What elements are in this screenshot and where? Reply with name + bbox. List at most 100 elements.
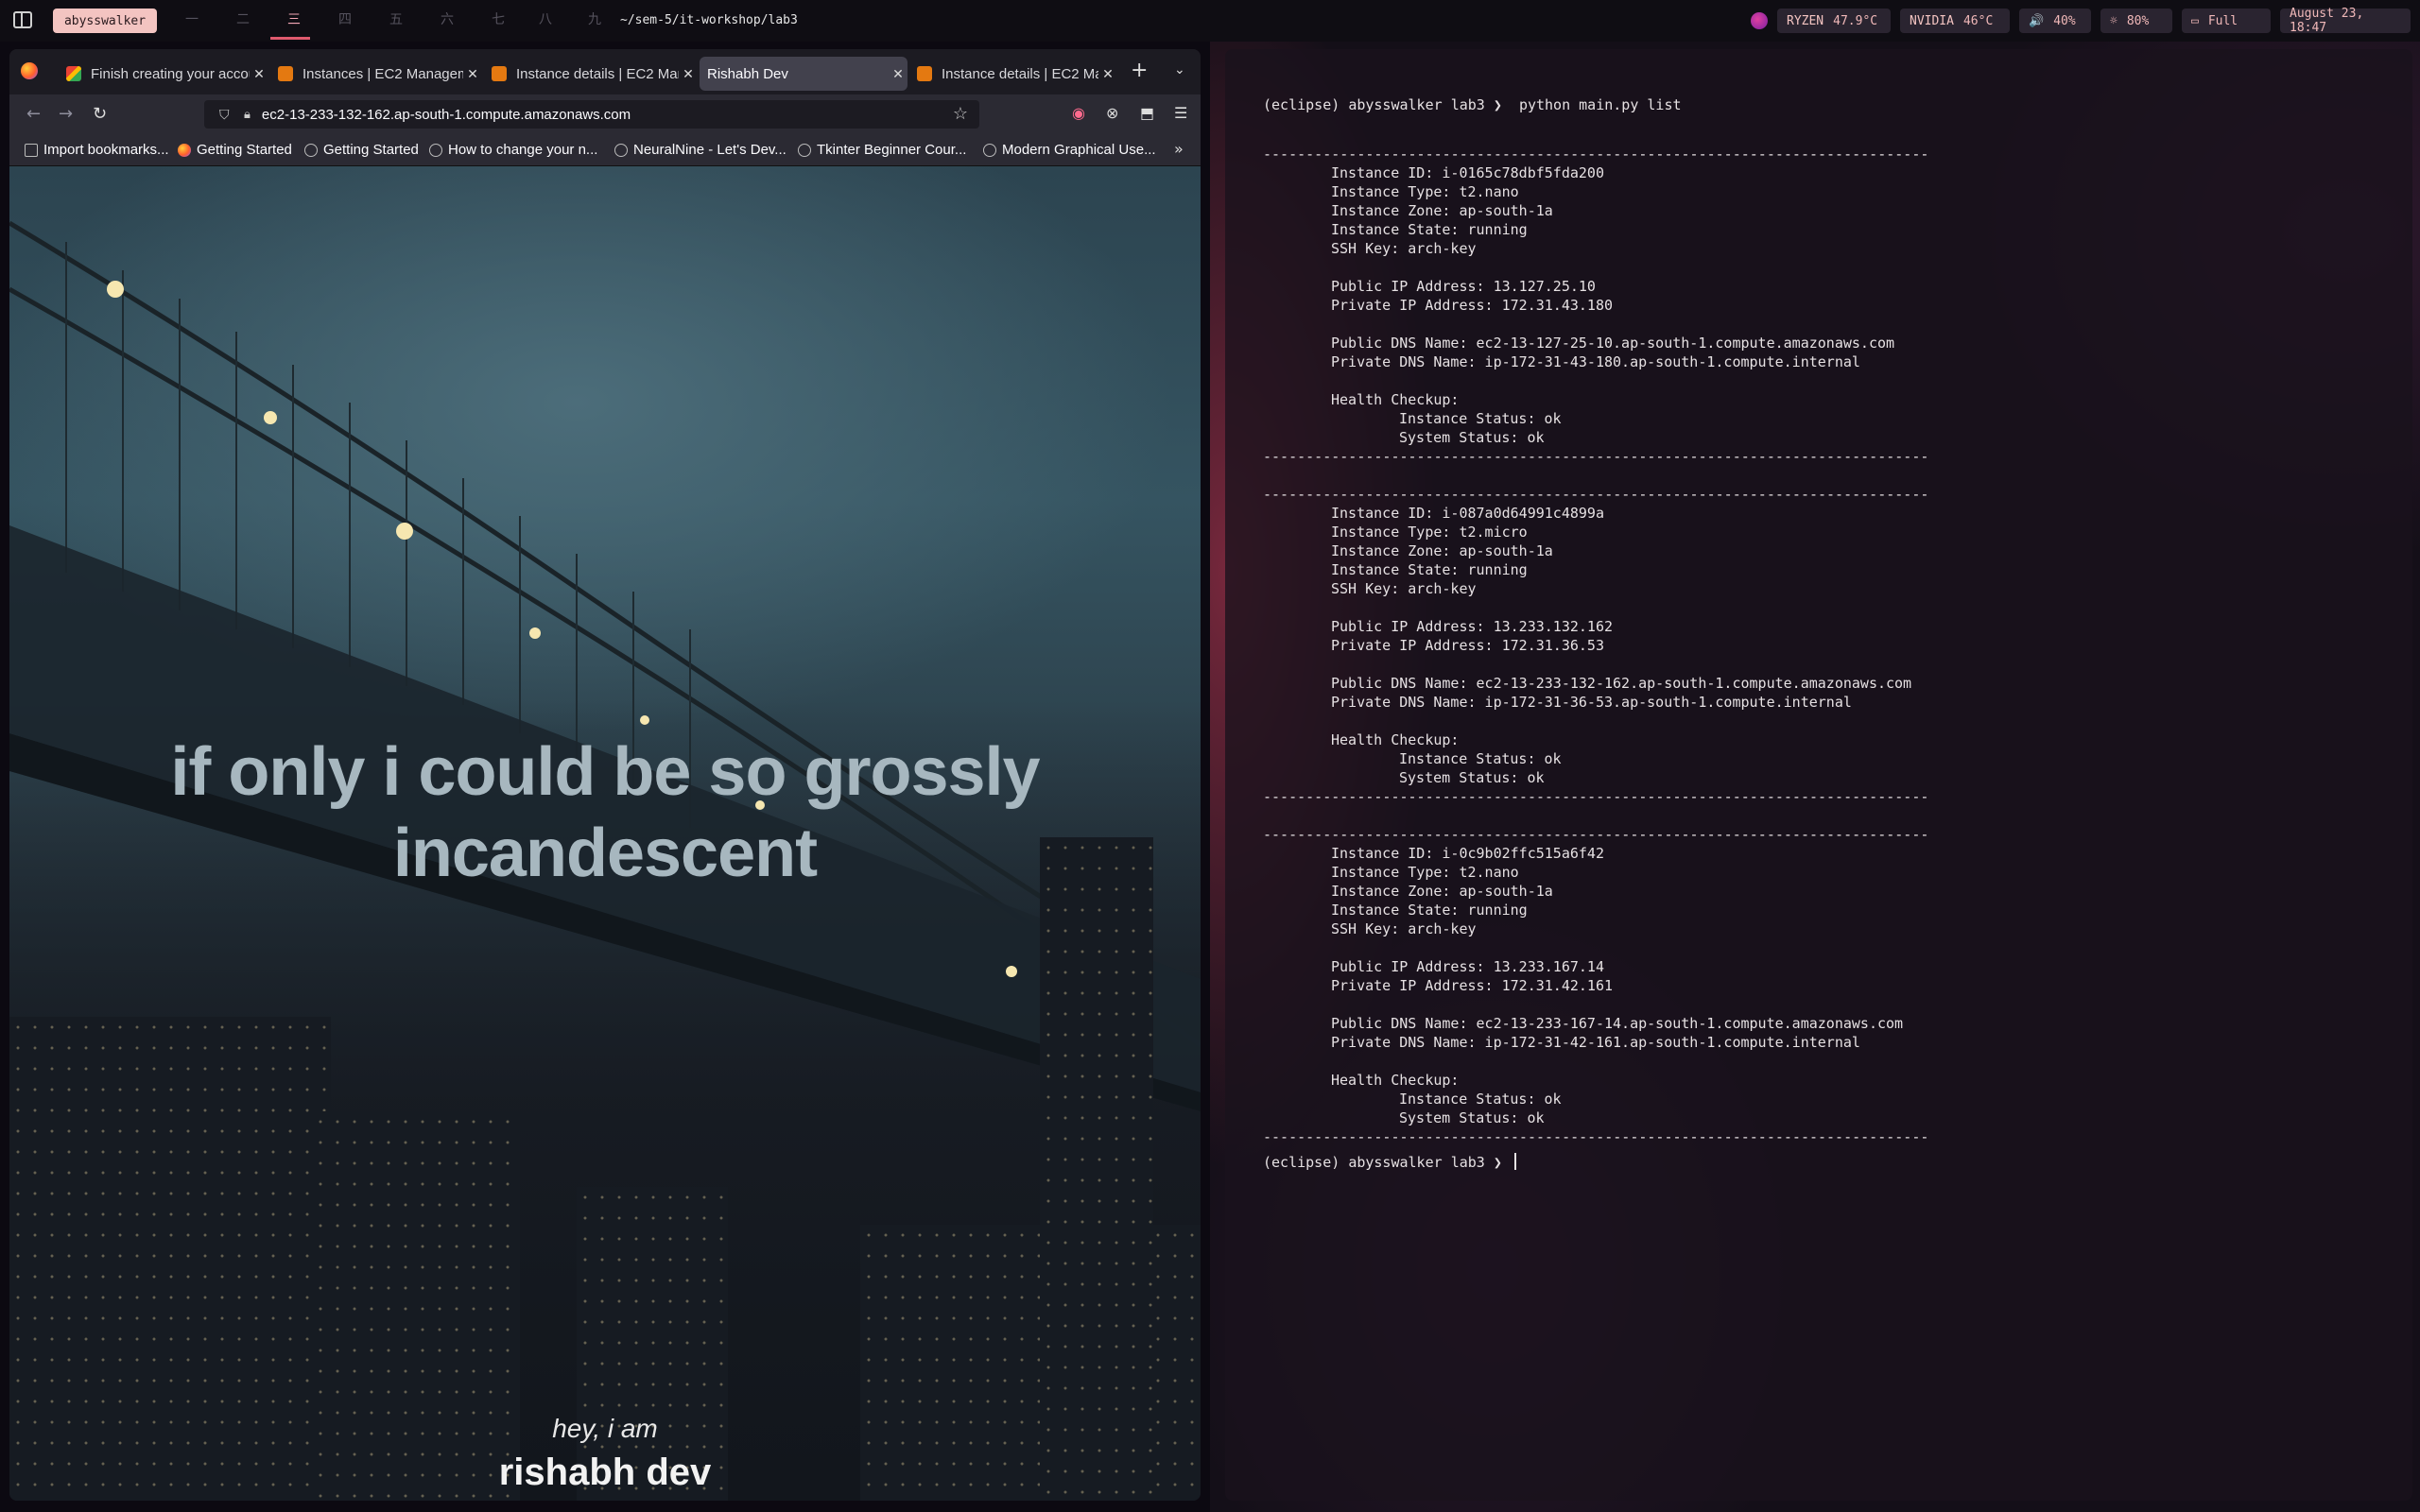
aws-icon [492, 66, 507, 81]
battery-status: Full [2207, 13, 2238, 28]
globe-icon [304, 143, 318, 157]
nav-bar: ← → ↻ ⛉ 🔒︎ ec2-13-233-132-162.ap-south-1… [9, 94, 1201, 134]
close-tab-icon[interactable]: ✕ [463, 66, 482, 82]
instance-status: Instance Status: ok [1399, 750, 1562, 767]
headline-line-1: if only i could be so grossly [170, 734, 1040, 810]
text-cursor [1513, 1153, 1516, 1170]
separator-line: ----------------------------------------… [1263, 788, 1929, 805]
tab-2[interactable]: Instances | EC2 Management✕ [270, 57, 482, 91]
firefox-view-icon[interactable] [21, 62, 38, 79]
bookmark-label: NeuralNine - Let's Dev... [633, 142, 786, 158]
extensions-puzzle-icon[interactable]: ⬒ [1140, 104, 1154, 122]
extension-icon[interactable]: ⊗ [1106, 104, 1118, 122]
hamburger-menu-icon[interactable]: ☰ [1174, 104, 1187, 122]
separator-line: ----------------------------------------… [1263, 486, 1929, 503]
aws-icon [278, 66, 293, 81]
top-bar: abysswalker 一 二 三 四 五 六 七 八 九 ~/sem-5/it-worksho… [0, 0, 2420, 42]
web-page-content: if only i could be so grossly incandesce… [9, 166, 1201, 1501]
brightness-level: 80% [2126, 13, 2150, 28]
bookmark-item[interactable]: Import bookmarks... [25, 142, 169, 158]
tray-app-icon[interactable] [1751, 12, 1768, 29]
bookmark-label: Getting Started [323, 142, 419, 158]
pocket-icon[interactable]: ◉ [1072, 104, 1085, 122]
page-info-icon[interactable]: 🔒︎ [244, 107, 251, 122]
private-dns: Private DNS Name: ip-172-31-42-161.ap-so… [1331, 1034, 1860, 1051]
active-prompt-line[interactable]: (eclipse) abysswalker lab3 ❯ [1263, 1153, 1516, 1171]
cpu-label: RYZEN [1787, 13, 1824, 28]
firefox-icon [178, 143, 191, 157]
bookmark-item[interactable]: Getting Started [304, 142, 419, 158]
instance-type: Instance Type: t2.nano [1331, 864, 1519, 881]
instance-state: Instance State: running [1331, 221, 1528, 238]
workspace-3[interactable]: 三 [287, 9, 301, 28]
address-bar[interactable]: ⛉ 🔒︎ ec2-13-233-132-162.ap-south-1.compu… [204, 100, 979, 129]
workspace-7[interactable]: 七 [492, 9, 505, 28]
prompt-env: (eclipse) [1263, 96, 1340, 113]
public-ip: Public IP Address: 13.233.132.162 [1331, 618, 1614, 635]
ssh-key: SSH Key: arch-key [1331, 920, 1477, 937]
tab-1[interactable]: Finish creating your account✕ [59, 57, 268, 91]
battery-icon: ▭ [2191, 13, 2199, 28]
tab-strip: Finish creating your account✕Instances |… [9, 49, 1201, 94]
clock-widget[interactable]: August 23, 18:47 [2280, 7, 2411, 35]
bookmark-label: Import bookmarks... [43, 142, 169, 158]
new-tab-button[interactable]: + [1131, 59, 1148, 82]
tab-title: Finish creating your account [91, 65, 250, 82]
instance-zone: Instance Zone: ap-south-1a [1331, 883, 1553, 900]
instance-zone: Instance Zone: ap-south-1a [1331, 542, 1553, 559]
bookmark-item[interactable]: Tkinter Beginner Cour... [798, 142, 966, 158]
workspace-1[interactable]: 一 [185, 9, 199, 28]
instance-id: Instance ID: i-087a0d64991c4899a [1331, 505, 1604, 522]
volume-level: 40% [2053, 13, 2076, 28]
layout-toggle-icon[interactable] [13, 11, 32, 28]
user-badge[interactable]: abysswalker [53, 9, 157, 33]
close-tab-icon[interactable]: ✕ [889, 66, 908, 82]
tracking-shield-icon[interactable]: ⛉ [219, 107, 233, 122]
list-tabs-chevron-icon[interactable]: ⌄ [1174, 62, 1185, 77]
close-tab-icon[interactable]: ✕ [250, 66, 268, 82]
close-tab-icon[interactable]: ✕ [679, 66, 698, 82]
reload-button[interactable]: ↻ [93, 104, 107, 124]
tab-5[interactable]: Instance details | EC2 Management✕ [909, 57, 1117, 91]
separator-line: ----------------------------------------… [1263, 448, 1929, 465]
workspace-6[interactable]: 六 [441, 9, 454, 28]
health-checkup-label: Health Checkup: [1331, 1072, 1460, 1089]
instance-id: Instance ID: i-0165c78dbf5fda200 [1331, 164, 1604, 181]
tab-4[interactable]: Rishabh Dev ✕ [700, 57, 908, 91]
brightness-icon: ☼ [2110, 13, 2118, 28]
back-button[interactable]: ← [26, 104, 41, 124]
globe-icon [429, 143, 442, 157]
forward-button[interactable]: → [59, 104, 73, 124]
bookmark-item[interactable]: Getting Started [178, 142, 292, 158]
bookmark-label: Modern Graphical Use... [1002, 142, 1156, 158]
bookmark-item[interactable]: How to change your n... [429, 142, 597, 158]
brightness-widget[interactable]: ☼ 80% [2100, 9, 2172, 33]
health-checkup-label: Health Checkup: [1331, 391, 1460, 408]
private-ip: Private IP Address: 172.31.43.180 [1331, 297, 1614, 314]
workspace-4[interactable]: 四 [338, 9, 352, 28]
bookmark-item[interactable]: Modern Graphical Use... [983, 142, 1156, 158]
globe-icon [798, 143, 811, 157]
more-bookmarks-chevron-icon[interactable]: » [1174, 140, 1184, 158]
bookmark-item[interactable]: NeuralNine - Let's Dev... [614, 142, 786, 158]
clock-datetime: August 23, 18:47 [2290, 7, 2364, 35]
tab-3[interactable]: Instance details | EC2 Management✕ [484, 57, 698, 91]
bookmark-star-icon[interactable]: ☆ [953, 104, 968, 124]
tab-title: Instances | EC2 Management [302, 65, 463, 82]
window-title: ~/sem-5/it-workshop/lab3 [620, 13, 798, 27]
tab-title: Instance details | EC2 Management [516, 65, 679, 82]
terminal-window[interactable]: (eclipse) abysswalker lab3 ❯ python main… [1225, 49, 2412, 1501]
separator-line: ----------------------------------------… [1263, 826, 1929, 843]
volume-widget[interactable]: 🔊 40% [2019, 9, 2091, 33]
city-tower [1040, 837, 1153, 1499]
workspace-8[interactable]: 八 [539, 9, 552, 28]
bookmark-label: Tkinter Beginner Cour... [817, 142, 967, 158]
gmail-icon [66, 66, 81, 81]
close-tab-icon[interactable]: ✕ [1098, 66, 1117, 82]
workspace-9[interactable]: 九 [588, 9, 601, 28]
workspace-5[interactable]: 五 [389, 9, 403, 28]
instance-status: Instance Status: ok [1399, 410, 1562, 427]
url-text[interactable]: ec2-13-233-132-162.ap-south-1.compute.am… [262, 107, 631, 123]
public-dns: Public DNS Name: ec2-13-233-167-14.ap-so… [1331, 1015, 1904, 1032]
workspace-2[interactable]: 二 [236, 9, 250, 28]
